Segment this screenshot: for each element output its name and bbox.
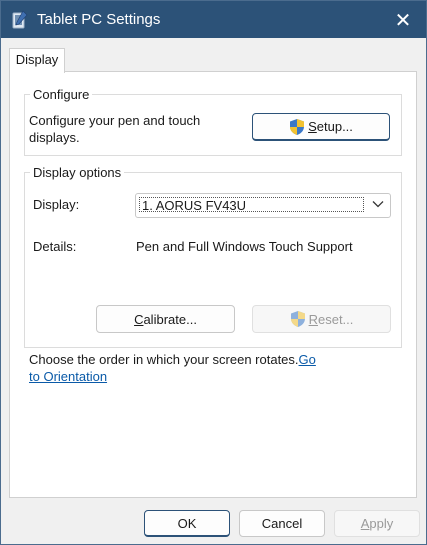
- tablet-pc-settings-window: Tablet PC Settings ✕ Display Configure C…: [0, 0, 427, 545]
- orientation-text: Choose the order in which your screen ro…: [29, 351, 329, 385]
- tab-display-label: Display: [15, 52, 59, 67]
- configure-description-line1: Configure your pen and touch: [29, 113, 201, 128]
- reset-button-label: Reset...: [308, 311, 354, 327]
- apply-button-label: Apply: [360, 516, 394, 531]
- uac-shield-icon: [290, 311, 305, 327]
- go-to-orientation-link-part2[interactable]: to Orientation: [29, 369, 107, 384]
- cancel-button[interactable]: Cancel: [239, 510, 325, 537]
- details-label: Details:: [33, 239, 77, 254]
- close-button[interactable]: ✕: [380, 1, 426, 38]
- cancel-button-label: Cancel: [261, 516, 303, 531]
- display-options-group-label: Display options: [30, 165, 125, 180]
- go-to-orientation-link-part1[interactable]: Go: [299, 352, 316, 367]
- details-value: Pen and Full Windows Touch Support: [136, 239, 353, 254]
- tab-display[interactable]: Display: [9, 48, 65, 73]
- window-title: Tablet PC Settings: [37, 11, 161, 28]
- ok-button[interactable]: OK: [144, 510, 230, 537]
- calibrate-button[interactable]: Calibrate...: [96, 305, 235, 333]
- display-tab-panel: Configure Configure your pen and touch d…: [9, 71, 417, 498]
- setup-button-label: Setup...: [308, 119, 353, 134]
- chevron-down-icon: [372, 201, 384, 208]
- uac-shield-icon: [290, 118, 305, 135]
- close-icon: ✕: [394, 7, 412, 32]
- reset-button[interactable]: Reset...: [252, 305, 391, 333]
- calibrate-button-label: Calibrate...: [134, 311, 197, 327]
- display-label: Display:: [33, 197, 80, 212]
- configure-description-line2: displays.: [29, 130, 80, 145]
- setup-button[interactable]: Setup...: [252, 113, 390, 141]
- configure-group-label: Configure: [30, 87, 93, 102]
- configure-description: Configure your pen and touch displays.: [29, 112, 200, 146]
- title-bar[interactable]: Tablet PC Settings ✕: [1, 1, 426, 38]
- display-dropdown[interactable]: 1. AORUS FV43U: [135, 193, 391, 218]
- dialog-footer: OK Cancel Apply: [1, 498, 426, 544]
- display-dropdown-value: 1. AORUS FV43U: [139, 197, 364, 213]
- tablet-pen-icon: [12, 10, 28, 29]
- ok-button-label: OK: [177, 515, 197, 531]
- apply-button[interactable]: Apply: [334, 510, 420, 537]
- orientation-description: Choose the order in which your screen ro…: [29, 352, 299, 367]
